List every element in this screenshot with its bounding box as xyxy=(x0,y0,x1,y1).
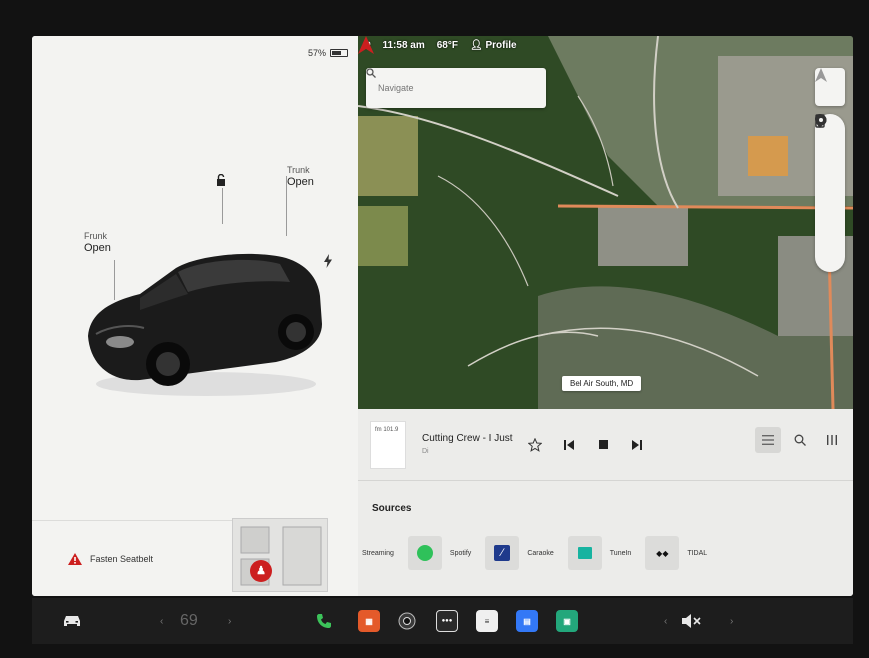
seatbelt-warning: Fasten Seatbelt xyxy=(32,520,232,596)
equalizer-icon xyxy=(827,435,837,445)
source-tidal[interactable]: ◆◆ TIDAL xyxy=(645,536,707,570)
compass-icon xyxy=(815,68,827,82)
cabin-temperature[interactable]: 69 xyxy=(180,608,198,634)
messages-app[interactable]: ▤ xyxy=(516,608,538,634)
navigation-map[interactable]: 🔓︎ 11:58 am 68°F 👤︎ Profile xyxy=(358,36,853,409)
source-caraoke[interactable]: ∕ Caraoke xyxy=(485,536,554,570)
mute-button[interactable] xyxy=(682,608,702,634)
unlock-icon[interactable] xyxy=(215,174,227,186)
notes-icon: ≡ xyxy=(476,610,498,632)
source-label: Spotify xyxy=(449,549,472,557)
car-menu-button[interactable] xyxy=(62,608,82,634)
lock-callout-line xyxy=(222,188,223,224)
battery-icon xyxy=(330,49,348,57)
trunk-label: Trunk xyxy=(287,165,310,175)
dashcam-app[interactable]: ●●● xyxy=(436,608,458,634)
clock: 11:58 am xyxy=(382,40,425,51)
calendar-app[interactable]: ▦ xyxy=(358,608,380,634)
skip-back-icon xyxy=(564,439,574,450)
source-label: Caraoke xyxy=(527,549,554,557)
seatbelt-warning-text: Fasten Seatbelt xyxy=(90,553,154,564)
track-title: Cutting Crew - I Just xyxy=(422,432,513,444)
seatbelt-alert-icon: ♟ xyxy=(250,560,272,582)
stop-button[interactable] xyxy=(586,428,620,462)
temp-increase-button[interactable]: › xyxy=(228,608,231,634)
next-track-button[interactable] xyxy=(620,428,654,462)
volume-down-button[interactable]: ‹ xyxy=(664,608,667,634)
navigate-search-box[interactable] xyxy=(366,68,546,108)
messages-icon: ▤ xyxy=(516,610,538,632)
source-label: TIDAL xyxy=(687,549,708,557)
battery-percent: 57% xyxy=(307,48,326,58)
source-spotify[interactable]: Spotify xyxy=(407,536,472,570)
sources-list: Streaming Spotify ∕ Caraoke TuneIn ◆◆ TI… xyxy=(358,525,853,581)
media-search-button[interactable] xyxy=(787,427,813,453)
navigate-input[interactable] xyxy=(378,83,518,93)
media-player-panel: fm 101.9 Cutting Crew - I Just Di Source… xyxy=(358,409,853,596)
map-place-label: Bel Air South, MD xyxy=(562,376,642,391)
toybox-app[interactable]: ▣ xyxy=(556,608,578,634)
seat-occupancy-diagram xyxy=(232,518,328,592)
car-location-arrow-icon xyxy=(358,36,374,54)
tidal-icon: ◆◆ xyxy=(645,536,680,570)
source-streaming[interactable]: Streaming xyxy=(362,550,394,557)
battery-indicator: 57% xyxy=(308,48,348,58)
status-bar: 🔓︎ 11:58 am 68°F 👤︎ Profile xyxy=(358,40,853,51)
compass-button[interactable] xyxy=(815,68,845,106)
map-controls xyxy=(815,114,845,272)
camera-icon xyxy=(398,612,416,630)
tunein-icon xyxy=(567,536,602,570)
battery-fill xyxy=(332,51,342,55)
outside-temperature: 68°F xyxy=(436,40,458,51)
car-status-panel: 57% Frunk Open Trunk Open Fasten Seatbel… xyxy=(32,36,358,596)
trunk-callout[interactable]: Trunk Open xyxy=(287,164,314,188)
recenter-icon[interactable] xyxy=(815,114,827,126)
favorite-button[interactable] xyxy=(518,428,552,462)
phone-app[interactable] xyxy=(316,608,332,634)
volume-up-button[interactable]: › xyxy=(730,608,733,634)
sources-heading: Sources xyxy=(372,503,412,514)
source-label: Streaming xyxy=(362,549,394,557)
source-tunein[interactable]: TuneIn xyxy=(567,536,632,570)
toybox-icon: ▣ xyxy=(556,610,578,632)
now-playing: fm 101.9 Cutting Crew - I Just Di xyxy=(358,409,853,481)
calendar-icon: ▦ xyxy=(358,610,380,632)
notes-app[interactable]: ≡ xyxy=(476,608,498,634)
caraoke-icon: ∕ xyxy=(485,536,520,570)
track-subtitle: Di xyxy=(422,447,429,455)
speaker-muted-icon xyxy=(682,614,701,628)
search-icon xyxy=(366,68,376,78)
trunk-state: Open xyxy=(287,176,314,188)
spotify-icon xyxy=(407,536,442,570)
taskbar: ‹ 69 › ▦ ●●● ≡ ▤ ▣ ‹ › xyxy=(32,598,853,644)
temp-decrease-button[interactable]: ‹ xyxy=(160,608,163,634)
list-icon xyxy=(762,435,774,445)
source-label: TuneIn xyxy=(609,549,632,557)
search-icon xyxy=(794,434,806,446)
profile-button[interactable]: 👤︎ Profile xyxy=(470,40,517,51)
dashcam-icon: ●●● xyxy=(436,610,458,632)
skip-forward-icon xyxy=(632,439,642,450)
touchscreen: 57% Frunk Open Trunk Open Fasten Seatbel… xyxy=(32,36,853,596)
charge-port-icon[interactable] xyxy=(324,254,332,268)
previous-track-button[interactable] xyxy=(552,428,586,462)
station-art-text: fm 101.9 xyxy=(375,426,399,433)
album-art[interactable]: fm 101.9 xyxy=(370,420,406,469)
star-icon xyxy=(528,437,542,452)
car-3d-model xyxy=(88,253,322,396)
equalizer-button[interactable] xyxy=(819,427,845,453)
profile-label: Profile xyxy=(485,40,517,51)
library-button[interactable] xyxy=(755,427,781,453)
warning-icon xyxy=(68,552,82,565)
phone-icon xyxy=(317,614,331,628)
stop-icon xyxy=(598,440,608,449)
media-right-controls xyxy=(755,427,845,453)
car-icon xyxy=(64,616,80,626)
track-info[interactable]: Cutting Crew - I Just Di xyxy=(422,432,518,458)
profile-icon: 👤︎ xyxy=(469,40,483,51)
camera-app[interactable] xyxy=(398,608,416,634)
